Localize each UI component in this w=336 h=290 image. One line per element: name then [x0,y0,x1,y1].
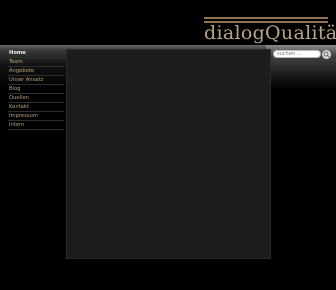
nav-item-quellen[interactable]: Quellen [8,94,64,103]
search-input[interactable] [273,50,321,58]
nav-item-kontakt[interactable]: Kontakt [8,103,64,112]
nav-item-angebote[interactable]: Angebote [8,67,64,76]
content-panel [66,49,271,259]
nav-item-intern[interactable]: Intern [8,121,64,130]
nav-item-team[interactable]: Team [8,58,64,67]
site-logo[interactable]: dialogQualität. [204,22,336,44]
search-icon[interactable] [322,50,331,59]
nav-item-impressum[interactable]: Impressum [8,112,64,121]
main-navigation: Home Team Angebote Unser Ansatz Blog Que… [8,49,64,130]
nav-item-unser-ansatz[interactable]: Unser Ansatz [8,76,64,85]
nav-item-home[interactable]: Home [8,49,64,58]
nav-item-blog[interactable]: Blog [8,85,64,94]
magnifier-icon [323,51,330,58]
